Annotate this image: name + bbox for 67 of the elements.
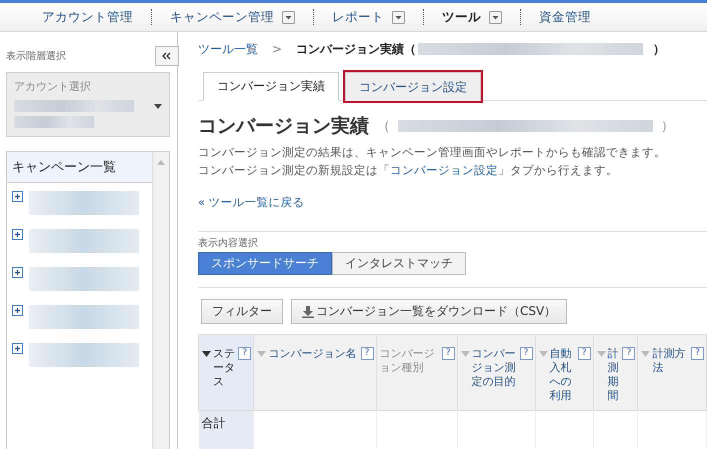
- scroll-up-arrow-icon[interactable]: [157, 160, 165, 165]
- nav-menu-item[interactable]: ツール: [424, 8, 520, 26]
- download-csv-button[interactable]: コンバージョン一覧をダウンロード（CSV）: [291, 299, 568, 324]
- segment-button[interactable]: スポンサードサーチ: [198, 252, 332, 275]
- nav-menu-item[interactable]: 資金管理: [521, 8, 609, 26]
- sort-arrow-icon[interactable]: [202, 351, 211, 357]
- back-to-tools-link[interactable]: « ツール一覧に戻る: [198, 195, 305, 210]
- blurred-campaign-name[interactable]: [29, 305, 139, 329]
- column-header[interactable]: ステータス ?: [198, 334, 254, 410]
- column-header-text: コンバージョン種別: [380, 347, 436, 375]
- segment-button[interactable]: インタレストマッチ: [332, 252, 466, 275]
- help-button[interactable]: ?: [238, 347, 252, 360]
- expand-icon[interactable]: [12, 343, 23, 354]
- sidebar-label: 表示階層選択: [6, 50, 66, 63]
- help-button[interactable]: ?: [520, 347, 532, 360]
- breadcrumb-link[interactable]: ツール一覧: [198, 40, 258, 58]
- column-header-text: 計測期間: [608, 347, 620, 403]
- double-chevron-left-icon: [162, 52, 172, 60]
- display-select-label: 表示内容選択: [198, 236, 259, 250]
- nav-menu-item[interactable]: キャンペーン管理: [152, 8, 313, 26]
- help-button[interactable]: ?: [442, 347, 455, 360]
- help-button[interactable]: ?: [360, 347, 374, 360]
- download-icon: [302, 306, 314, 318]
- help-button[interactable]: ?: [622, 347, 636, 360]
- closing-parenthesis: ）: [661, 118, 674, 135]
- column-header-text: ステータス: [213, 347, 236, 389]
- closing-parenthesis: ）: [653, 40, 666, 58]
- blurred-campaign-name[interactable]: [29, 267, 139, 291]
- description-text: コンバージョン測定の結果は、キャンペーン管理画面やレポートからも確認できます。: [198, 144, 667, 161]
- account-select-label: アカウント選択: [14, 80, 91, 93]
- column-header[interactable]: 計測期間 ?: [593, 334, 638, 410]
- help-button[interactable]: ?: [691, 347, 704, 360]
- filter-button[interactable]: フィルター: [201, 299, 283, 324]
- dropdown-caret-icon[interactable]: [282, 10, 295, 24]
- tab[interactable]: コンバージョン実績: [203, 72, 339, 101]
- column-header[interactable]: コンバージョン測定の目的 ?: [457, 334, 535, 410]
- expand-icon[interactable]: [12, 191, 23, 202]
- settings-tab-link[interactable]: コンバージョン設定: [390, 163, 498, 177]
- breadcrumb-current: コンバージョン実績（: [296, 40, 416, 58]
- column-header[interactable]: 計測方法 ?: [638, 334, 706, 410]
- blurred-campaign-name[interactable]: [29, 191, 139, 215]
- page-title: コンバージョン実績: [198, 114, 369, 139]
- scrollbar[interactable]: [152, 152, 169, 449]
- campaign-panel-title: キャンペーン一覧: [7, 152, 152, 183]
- dropdown-caret-icon[interactable]: [392, 10, 405, 24]
- breadcrumb-separator: >: [272, 42, 282, 56]
- dropdown-caret-icon[interactable]: [489, 10, 502, 24]
- tab[interactable]: コンバージョン設定: [345, 72, 481, 101]
- blurred-campaign-name[interactable]: [29, 343, 139, 367]
- expand-icon[interactable]: [12, 267, 23, 278]
- table-cell: 合計: [198, 410, 254, 449]
- column-header-text: 自動入札への利用: [550, 347, 572, 403]
- description-text: コンバージョン測定の新規設定は「コンバージョン設定」タブから行えます。: [198, 162, 619, 179]
- column-header-text: コンバージョン測定の目的: [472, 347, 517, 389]
- nav-menu-item[interactable]: アカウント管理: [24, 8, 151, 26]
- column-header-text: コンバージョン名: [268, 347, 358, 361]
- blurred-campaign-name[interactable]: [29, 229, 139, 253]
- collapse-sidebar-button[interactable]: [155, 46, 179, 66]
- opening-parenthesis: （: [377, 118, 390, 135]
- column-header-text: 計測方法: [652, 347, 686, 375]
- column-header[interactable]: コンバージョン名 ?: [254, 334, 376, 410]
- dropdown-arrow-icon: [154, 104, 162, 108]
- column-header[interactable]: 自動入札への利用 ?: [535, 334, 594, 410]
- nav-menu-item[interactable]: レポート: [314, 8, 423, 26]
- expand-icon[interactable]: [12, 305, 23, 316]
- expand-icon[interactable]: [12, 229, 23, 240]
- help-button[interactable]: ?: [578, 347, 591, 360]
